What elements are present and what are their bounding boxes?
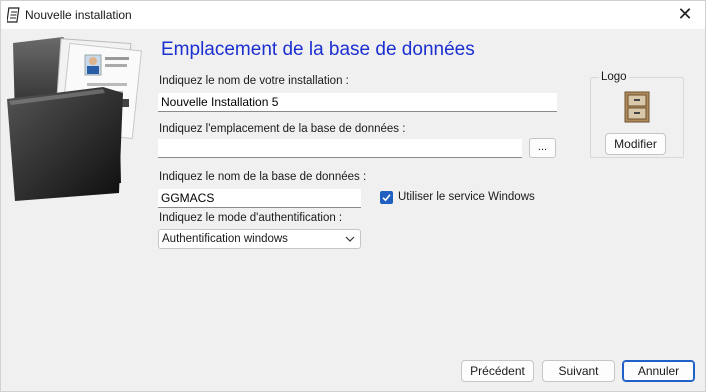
db-location-input[interactable] <box>158 139 522 158</box>
browse-button[interactable]: ... <box>529 138 556 158</box>
auth-mode-select[interactable]: Authentification windows <box>158 229 361 249</box>
chevron-down-icon <box>345 236 355 242</box>
cancel-button[interactable]: Annuler <box>622 360 695 382</box>
auth-mode-label: Indiquez le mode d'authentification : <box>159 212 343 224</box>
db-name-label: Indiquez le nom de la base de données : <box>159 171 367 183</box>
previous-button[interactable]: Précédent <box>461 360 534 382</box>
title-bar: Nouvelle installation ✕ <box>1 1 705 29</box>
windows-service-label[interactable]: Utiliser le service Windows <box>398 191 535 203</box>
install-dialog: Nouvelle installation ✕ Emplacement de l… <box>0 0 706 392</box>
db-location-label: Indiquez l'emplacement de la base de don… <box>159 123 406 135</box>
close-icon[interactable]: ✕ <box>673 5 697 25</box>
db-name-input[interactable] <box>158 189 361 208</box>
page-title: Emplacement de la base de données <box>161 39 475 60</box>
cards-folder-icon <box>7 37 142 201</box>
logo-group-title: Logo <box>599 71 629 83</box>
modify-logo-button[interactable]: Modifier <box>605 133 666 155</box>
next-button[interactable]: Suivant <box>542 360 615 382</box>
windows-service-checkbox[interactable] <box>380 191 393 204</box>
install-name-input[interactable] <box>158 93 557 112</box>
notebook-icon <box>7 7 20 23</box>
install-name-label: Indiquez le nom de votre installation : <box>159 75 349 87</box>
checkmark-icon <box>382 194 391 202</box>
window-title: Nouvelle installation <box>25 8 132 22</box>
auth-mode-value: Authentification windows <box>162 233 288 245</box>
filing-cabinet-icon <box>624 91 650 123</box>
